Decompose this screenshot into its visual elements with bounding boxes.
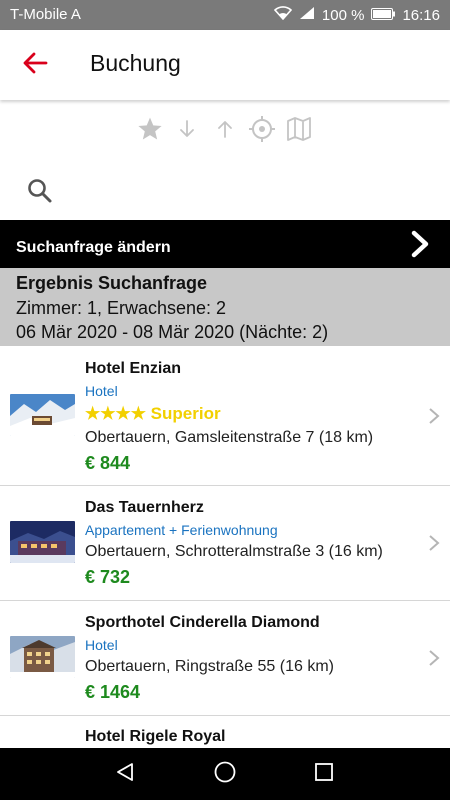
nav-home-button[interactable] xyxy=(212,761,238,787)
sort-toolbar xyxy=(0,112,450,152)
modify-search-button[interactable]: Suchanfrage ändern xyxy=(0,220,450,268)
nav-back-button[interactable] xyxy=(112,761,138,787)
hotel-row[interactable]: Sporthotel Cinderella Diamond Hotel Ober… xyxy=(0,601,450,716)
crosshair-icon xyxy=(248,115,276,148)
hotel-type: Hotel xyxy=(85,383,118,399)
hotel-name: Das Tauernherz xyxy=(85,499,204,516)
hotel-price: € 844 xyxy=(85,453,131,473)
status-bar: T-Mobile A 100 % 16:16 xyxy=(0,0,450,30)
app-bar: Buchung xyxy=(0,30,450,100)
search-summary-dates: 06 Mär 2020 - 08 Mär 2020 (Nächte: 2) xyxy=(16,322,329,342)
sort-ascending-button[interactable] xyxy=(210,116,240,146)
search-row[interactable] xyxy=(0,160,450,220)
map-icon xyxy=(286,116,312,147)
hotel-price: € 1464 xyxy=(85,682,141,702)
search-summary-guests: Zimmer: 1, Erwachsene: 2 xyxy=(16,298,227,318)
hotel-thumbnail xyxy=(10,521,75,563)
clock-label: 16:16 xyxy=(402,6,440,24)
arrow-left-icon xyxy=(22,52,48,79)
hotel-rating: ★★★★ Superior xyxy=(85,404,221,423)
star-icon xyxy=(137,116,163,147)
modify-search-label: Suchanfrage ändern xyxy=(16,239,171,256)
system-nav-bar xyxy=(0,748,450,800)
location-button[interactable] xyxy=(247,115,277,148)
nav-recents-button[interactable] xyxy=(311,761,337,787)
back-button[interactable] xyxy=(20,50,50,80)
page-title: Buchung xyxy=(90,50,181,76)
arrow-up-icon xyxy=(216,118,234,145)
hotel-thumbnail xyxy=(10,394,75,436)
hotel-price: € 732 xyxy=(85,567,131,587)
search-icon[interactable] xyxy=(26,177,54,205)
hotel-row[interactable]: Hotel Enzian Hotel ★★★★ Superior Obertau… xyxy=(0,346,450,486)
battery-label: 100 % xyxy=(321,6,365,24)
chevron-right-icon xyxy=(428,407,440,425)
hotel-name: Hotel Enzian xyxy=(85,360,182,377)
hotel-row[interactable]: Hotel Rigele Royal xyxy=(0,716,450,748)
circle-home-icon xyxy=(213,760,237,789)
chevron-right-icon xyxy=(408,230,432,258)
hotel-address: Obertauern, Ringstraße 55 (16 km) xyxy=(85,658,334,675)
triangle-back-icon xyxy=(114,761,136,788)
favorites-button[interactable] xyxy=(135,116,165,146)
map-button[interactable] xyxy=(284,116,314,146)
carrier-label: T-Mobile A xyxy=(10,6,81,23)
hotel-name: Sporthotel Cinderella Diamond xyxy=(85,614,320,631)
hotel-row[interactable]: Das Tauernherz Appartement + Ferienwohnu… xyxy=(0,486,450,601)
search-summary: Ergebnis Suchanfrage Zimmer: 1, Erwachse… xyxy=(0,268,450,346)
hotel-address: Obertauern, Gamsleitenstraße 7 (18 km) xyxy=(85,429,374,446)
hotel-thumbnail xyxy=(10,636,75,678)
hotel-type: Hotel xyxy=(85,637,118,653)
battery-icon xyxy=(371,7,396,24)
wifi-icon xyxy=(273,6,293,24)
chevron-right-icon xyxy=(428,534,440,552)
sort-descending-button[interactable] xyxy=(172,116,202,146)
signal-icon xyxy=(299,6,315,24)
chevron-right-icon xyxy=(428,649,440,667)
search-summary-heading: Ergebnis Suchanfrage xyxy=(16,273,208,293)
square-recents-icon xyxy=(314,762,334,787)
hotel-address: Obertauern, Schrotteralmstraße 3 (16 km) xyxy=(85,543,383,560)
hotel-list: Hotel Enzian Hotel ★★★★ Superior Obertau… xyxy=(0,346,450,748)
hotel-name: Hotel Rigele Royal xyxy=(85,728,226,745)
arrow-down-icon xyxy=(178,118,196,145)
hotel-type: Appartement + Ferienwohnung xyxy=(85,522,278,538)
